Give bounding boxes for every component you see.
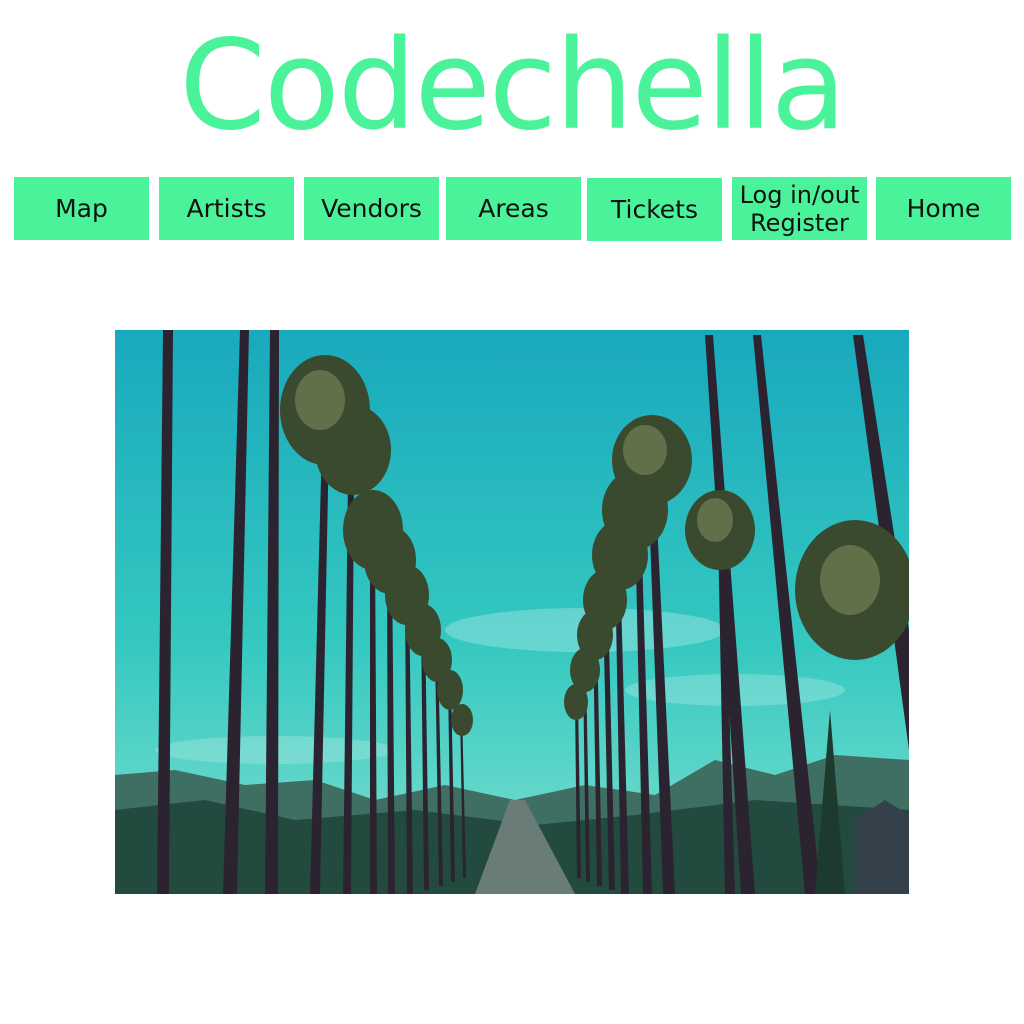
nav-home-label: Home (906, 193, 981, 223)
nav-vendors-label: Vendors (321, 193, 422, 223)
nav-vendors-button[interactable]: Vendors (304, 177, 439, 240)
nav-login-register-button[interactable]: Log in/out Register (732, 177, 867, 240)
nav-tickets-label: Tickets (611, 194, 698, 224)
nav-artists-button[interactable]: Artists (159, 177, 294, 240)
nav-home-button[interactable]: Home (876, 177, 1011, 240)
nav-login-register-label: Log in/out Register (739, 180, 860, 237)
nav-tickets-button[interactable]: Tickets (587, 178, 722, 241)
nav-areas-button[interactable]: Areas (446, 177, 581, 240)
nav-artists-label: Artists (186, 193, 267, 223)
main-nav: Map Artists Vendors Areas Tickets Log in… (0, 0, 1024, 260)
nav-map-button[interactable]: Map (14, 177, 149, 240)
palm-trees-illustration (115, 330, 909, 894)
page: Codechella Map Artists Vendors Areas Tic… (0, 0, 1024, 1024)
nav-map-label: Map (55, 193, 108, 223)
nav-areas-label: Areas (478, 193, 549, 223)
hero-image (115, 330, 909, 894)
